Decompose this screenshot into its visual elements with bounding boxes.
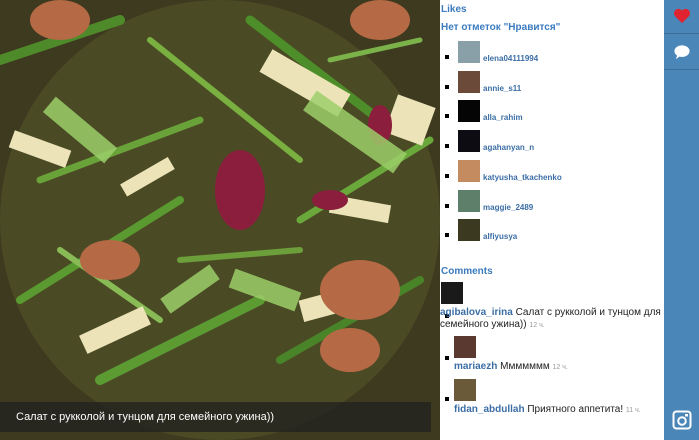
like-button[interactable] bbox=[664, 0, 699, 32]
action-sidebar bbox=[664, 0, 699, 440]
list-bullet bbox=[445, 84, 449, 89]
post-details-panel: Likes Нет отметок "Нравится" elena041119… bbox=[440, 0, 664, 440]
liker-username[interactable]: alla_rahim bbox=[483, 113, 523, 122]
liker-username[interactable]: agahanyan_n bbox=[483, 143, 534, 152]
avatar[interactable] bbox=[458, 130, 480, 153]
comment-button[interactable] bbox=[664, 36, 699, 68]
sidebar-divider bbox=[664, 69, 699, 70]
list-bullet bbox=[445, 144, 449, 149]
avatar[interactable] bbox=[458, 41, 480, 63]
list-bullet bbox=[445, 397, 449, 401]
sidebar-divider bbox=[664, 33, 699, 34]
list-bullet bbox=[445, 233, 449, 238]
liker-username[interactable]: alfiyusya bbox=[483, 232, 517, 241]
comment-username[interactable]: fidan_abdullah bbox=[454, 404, 525, 415]
list-bullet bbox=[445, 203, 449, 208]
comment-time: 12 ч. bbox=[552, 364, 568, 371]
liker-username[interactable]: katyusha_tkachenko bbox=[483, 173, 562, 182]
comment-username[interactable]: mariaezh bbox=[454, 361, 497, 372]
comment-item: fidan_abdullah Приятного аппетита! 11 ч. bbox=[454, 404, 654, 417]
list-bullet bbox=[445, 356, 449, 360]
avatar[interactable] bbox=[458, 100, 480, 123]
commenter-avatar[interactable] bbox=[454, 336, 476, 358]
salad-image bbox=[0, 0, 440, 440]
heart-icon bbox=[673, 8, 690, 24]
liker-username[interactable]: maggie_2489 bbox=[483, 203, 533, 212]
photo-caption: Салат с рукколой и тунцом для семейного … bbox=[0, 402, 431, 432]
comment-time: 12 ч. bbox=[529, 322, 545, 329]
comment-text: Ммммммм bbox=[500, 361, 550, 372]
comment-text: Приятного аппетита! bbox=[527, 404, 624, 415]
instagram-button[interactable] bbox=[664, 404, 699, 436]
avatar[interactable] bbox=[458, 189, 480, 212]
avatar[interactable] bbox=[458, 70, 480, 93]
instagram-icon bbox=[672, 410, 691, 430]
avatar[interactable] bbox=[458, 159, 480, 182]
list-bullet bbox=[445, 114, 449, 119]
liker-username[interactable]: annie_s11 bbox=[483, 84, 521, 93]
commenter-avatar[interactable] bbox=[441, 282, 463, 304]
comment-time: 11 ч. bbox=[625, 407, 641, 414]
comments-heading: Comments bbox=[441, 266, 493, 277]
no-likes-text: Нет отметок "Нравится" bbox=[441, 22, 561, 33]
post-photo[interactable]: Салат с рукколой и тунцом для семейного … bbox=[0, 0, 440, 440]
comment-item: mariaezh Ммммммм 12 ч. bbox=[454, 361, 654, 374]
comment-icon bbox=[673, 45, 690, 60]
commenter-avatar[interactable] bbox=[454, 379, 476, 401]
comment-username[interactable]: agibalova_irina bbox=[440, 307, 513, 318]
comment-item: agibalova_irina Салат с рукколой и тунцо… bbox=[440, 307, 662, 332]
list-bullet bbox=[445, 173, 449, 178]
avatar[interactable] bbox=[458, 219, 480, 242]
liker-username[interactable]: elena04111994 bbox=[483, 54, 538, 63]
list-bullet bbox=[445, 55, 449, 59]
likes-heading: Likes bbox=[441, 4, 467, 15]
